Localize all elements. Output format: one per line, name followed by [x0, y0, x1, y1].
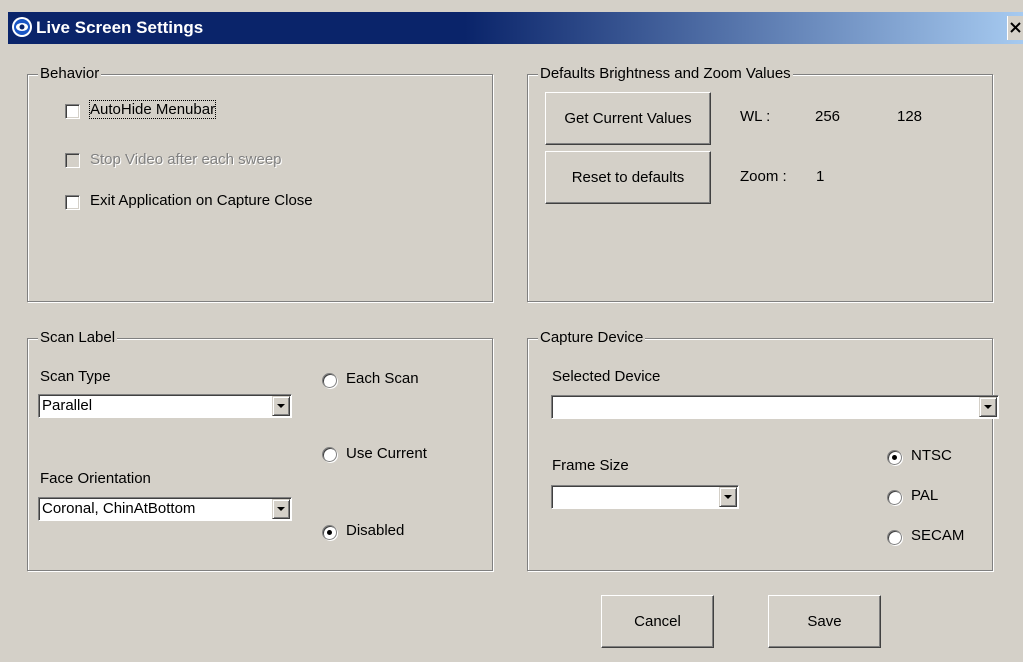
- defaults-legend: Defaults Brightness and Zoom Values: [538, 65, 793, 82]
- stop-video-checkbox: [65, 153, 80, 168]
- stop-video-label: Stop Video after each sweep: [90, 151, 282, 168]
- frame-size-label: Frame Size: [552, 457, 629, 474]
- each-scan-label[interactable]: Each Scan: [346, 370, 419, 387]
- ntsc-label[interactable]: NTSC: [911, 447, 952, 464]
- wl-label: WL :: [740, 108, 771, 125]
- selected-device-label: Selected Device: [552, 368, 661, 385]
- get-current-values-button[interactable]: Get Current Values: [545, 92, 711, 145]
- scan-label-legend: Scan Label: [38, 329, 118, 346]
- pal-radio[interactable]: [887, 490, 902, 505]
- ntsc-radio[interactable]: [887, 450, 902, 465]
- save-button[interactable]: Save: [768, 595, 881, 648]
- pal-label[interactable]: PAL: [911, 487, 938, 504]
- disabled-radio[interactable]: [322, 525, 337, 540]
- chevron-down-icon[interactable]: [979, 397, 997, 417]
- close-button[interactable]: [1007, 16, 1023, 40]
- close-icon: [1010, 22, 1021, 33]
- face-orientation-label: Face Orientation: [40, 470, 151, 487]
- cancel-button[interactable]: Cancel: [601, 595, 714, 648]
- secam-label[interactable]: SECAM: [911, 527, 964, 544]
- each-scan-radio[interactable]: [322, 373, 337, 388]
- wl-value-2: 128: [897, 108, 923, 125]
- scan-type-select[interactable]: Parallel: [38, 394, 292, 418]
- autohide-menubar-label[interactable]: AutoHide Menubar: [88, 100, 217, 119]
- disabled-label[interactable]: Disabled: [346, 522, 404, 539]
- scan-type-label: Scan Type: [40, 368, 111, 385]
- reset-to-defaults-button[interactable]: Reset to defaults: [545, 151, 711, 204]
- use-current-radio[interactable]: [322, 447, 337, 462]
- zoom-label: Zoom :: [740, 168, 787, 185]
- scan-type-value: Parallel: [42, 397, 93, 414]
- selected-device-select[interactable]: [551, 395, 999, 419]
- frame-size-select[interactable]: [551, 485, 739, 509]
- chevron-down-icon[interactable]: [272, 396, 290, 416]
- exit-app-checkbox[interactable]: [65, 195, 80, 210]
- face-orientation-select[interactable]: Coronal, ChinAtBottom: [38, 497, 292, 521]
- wl-value-1: 256: [815, 108, 841, 125]
- use-current-label[interactable]: Use Current: [346, 445, 427, 462]
- behavior-legend: Behavior: [38, 65, 102, 82]
- title-bar[interactable]: Live Screen Settings: [8, 12, 1023, 44]
- eye-app-icon: [11, 16, 33, 38]
- face-orientation-value: Coronal, ChinAtBottom: [42, 500, 196, 517]
- zoom-value: 1: [816, 168, 825, 185]
- window-title: Live Screen Settings: [36, 18, 204, 37]
- secam-radio[interactable]: [887, 530, 902, 545]
- exit-app-label[interactable]: Exit Application on Capture Close: [90, 192, 313, 209]
- chevron-down-icon[interactable]: [719, 487, 737, 507]
- autohide-menubar-checkbox[interactable]: [65, 104, 80, 119]
- capture-device-legend: Capture Device: [538, 329, 646, 346]
- chevron-down-icon[interactable]: [272, 499, 290, 519]
